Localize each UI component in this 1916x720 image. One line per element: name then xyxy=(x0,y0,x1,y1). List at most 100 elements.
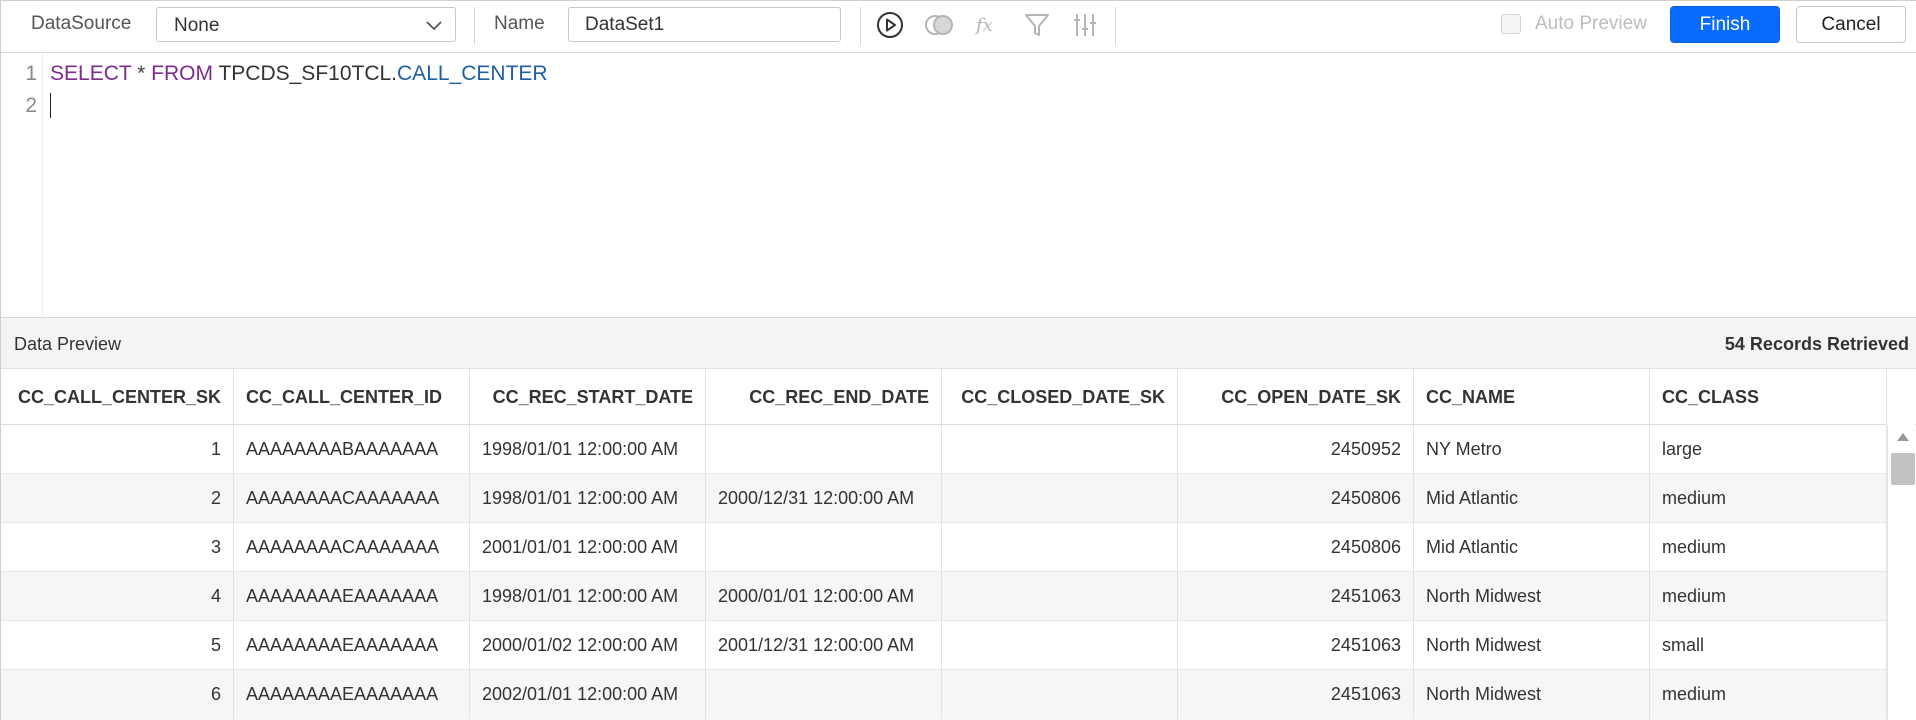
filter-icon[interactable] xyxy=(1023,11,1051,39)
table-cell: 2 xyxy=(1,474,234,523)
query-designer-window: DataSource None Name fx Auto xyxy=(0,0,1916,720)
table-cell: AAAAAAAACAAAAAAA xyxy=(234,474,470,523)
column-header[interactable]: CC_REC_START_DATE xyxy=(470,369,706,425)
table-cell xyxy=(942,670,1178,719)
table-cell: 2450806 xyxy=(1178,474,1414,523)
name-label: Name xyxy=(494,13,545,34)
table-cell: 2000/12/31 12:00:00 AM xyxy=(706,474,942,523)
table-cell: medium xyxy=(1650,670,1887,719)
expression-icon[interactable]: fx xyxy=(974,11,1002,39)
finish-button[interactable]: Finish xyxy=(1670,6,1780,43)
sql-operator: * xyxy=(131,62,152,85)
table-cell: small xyxy=(1650,621,1887,670)
table-cell: 4 xyxy=(1,572,234,621)
sql-table: CALL_CENTER xyxy=(397,62,548,85)
header-scroll-gap xyxy=(1887,369,1915,425)
auto-preview-checkbox[interactable] xyxy=(1501,14,1521,34)
table-cell: 5 xyxy=(1,621,234,670)
table-cell xyxy=(706,670,942,719)
table-cell: Mid Atlantic xyxy=(1414,474,1650,523)
table-cell xyxy=(942,474,1178,523)
sql-keyword: FROM xyxy=(151,62,213,85)
table-cell: 2002/01/01 12:00:00 AM xyxy=(470,670,706,719)
datasource-label: DataSource xyxy=(31,13,132,34)
table-cell: 2450952 xyxy=(1178,425,1414,474)
table-row[interactable]: 4 AAAAAAAAEAAAAAAA 1998/01/01 12:00:00 A… xyxy=(1,572,1887,621)
table-cell: 2450806 xyxy=(1178,523,1414,572)
column-header[interactable]: CC_NAME xyxy=(1414,369,1650,425)
auto-preview-label: Auto Preview xyxy=(1535,13,1647,34)
sql-keyword: SELECT xyxy=(50,62,132,85)
table-cell: 1998/01/01 12:00:00 AM xyxy=(470,425,706,474)
datasource-select[interactable]: None xyxy=(156,7,456,42)
join-icon[interactable] xyxy=(923,11,955,39)
run-query-icon[interactable] xyxy=(876,11,904,39)
scrollbar-thumb[interactable] xyxy=(1891,453,1915,485)
table-row[interactable]: 6 AAAAAAAAEAAAAAAA 2002/01/01 12:00:00 A… xyxy=(1,670,1887,720)
table-row[interactable]: 2 AAAAAAAACAAAAAAA 1998/01/01 12:00:00 A… xyxy=(1,474,1887,523)
toolbar: DataSource None Name fx Auto xyxy=(1,1,1916,53)
records-retrieved-count: 54 Records Retrieved xyxy=(1724,334,1909,354)
table-cell: 2001/12/31 12:00:00 AM xyxy=(706,621,942,670)
table-cell: medium xyxy=(1650,572,1887,621)
cancel-button[interactable]: Cancel xyxy=(1796,6,1906,43)
scroll-up-arrow-icon[interactable] xyxy=(1897,433,1909,441)
table-cell: AAAAAAAAEAAAAAAA xyxy=(234,572,470,621)
table-cell: 1998/01/01 12:00:00 AM xyxy=(470,474,706,523)
table-cell: medium xyxy=(1650,523,1887,572)
table-row[interactable]: 1 AAAAAAAABAAAAAAA 1998/01/01 12:00:00 A… xyxy=(1,425,1887,474)
sql-editor[interactable]: 1 2 SELECT * FROM TPCDS_SF10TCL.CALL_CEN… xyxy=(1,53,1916,317)
line-number: 1 xyxy=(25,62,37,85)
table-cell xyxy=(942,523,1178,572)
line-number: 2 xyxy=(25,94,37,117)
vertical-scrollbar[interactable] xyxy=(1887,425,1915,720)
column-header[interactable]: CC_CALL_CENTER_ID xyxy=(234,369,470,425)
column-header[interactable]: CC_REC_END_DATE xyxy=(706,369,942,425)
parameters-icon[interactable] xyxy=(1071,11,1099,39)
table-cell xyxy=(942,621,1178,670)
table-cell: AAAAAAAAEAAAAAAA xyxy=(234,621,470,670)
table-cell: large xyxy=(1650,425,1887,474)
table-cell: 2001/01/01 12:00:00 AM xyxy=(470,523,706,572)
data-preview-header: Data Preview 54 Records Retrieved xyxy=(1,317,1916,369)
table-cell xyxy=(706,425,942,474)
datasource-value: None xyxy=(174,15,220,36)
toolbar-divider xyxy=(860,7,861,45)
sql-schema: TPCDS_SF10TCL. xyxy=(213,62,398,85)
column-header[interactable]: CC_CALL_CENTER_SK xyxy=(1,369,234,425)
code-line-1[interactable]: SELECT * FROM TPCDS_SF10TCL.CALL_CENTER xyxy=(50,62,548,86)
table-cell: NY Metro xyxy=(1414,425,1650,474)
chevron-down-icon xyxy=(426,21,442,31)
table-cell: North Midwest xyxy=(1414,621,1650,670)
table-cell: AAAAAAAAEAAAAAAA xyxy=(234,670,470,719)
table-row[interactable]: 3 AAAAAAAACAAAAAAA 2001/01/01 12:00:00 A… xyxy=(1,523,1887,572)
table-cell: 2000/01/01 12:00:00 AM xyxy=(706,572,942,621)
table-cell xyxy=(942,425,1178,474)
data-preview-grid: CC_CALL_CENTER_SK CC_CALL_CENTER_ID CC_R… xyxy=(1,369,1916,720)
table-cell: 1 xyxy=(1,425,234,474)
text-cursor xyxy=(50,93,51,118)
table-cell: 2000/01/02 12:00:00 AM xyxy=(470,621,706,670)
table-cell: North Midwest xyxy=(1414,572,1650,621)
table-cell: AAAAAAAABAAAAAAA xyxy=(234,425,470,474)
table-cell: 6 xyxy=(1,670,234,719)
dataset-name-input[interactable] xyxy=(568,7,841,42)
column-header[interactable]: CC_OPEN_DATE_SK xyxy=(1178,369,1414,425)
table-cell: 1998/01/01 12:00:00 AM xyxy=(470,572,706,621)
table-cell: 2451063 xyxy=(1178,572,1414,621)
table-cell: Mid Atlantic xyxy=(1414,523,1650,572)
table-row[interactable]: 5 AAAAAAAAEAAAAAAA 2000/01/02 12:00:00 A… xyxy=(1,621,1887,670)
table-cell: AAAAAAAACAAAAAAA xyxy=(234,523,470,572)
column-header[interactable]: CC_CLASS xyxy=(1650,369,1887,425)
column-header[interactable]: CC_CLOSED_DATE_SK xyxy=(942,369,1178,425)
toolbar-divider xyxy=(1115,7,1116,45)
table-cell: 2451063 xyxy=(1178,621,1414,670)
grid-header-row: CC_CALL_CENTER_SK CC_CALL_CENTER_ID CC_R… xyxy=(1,369,1916,425)
table-cell: 3 xyxy=(1,523,234,572)
table-cell xyxy=(942,572,1178,621)
svg-text:fx: fx xyxy=(974,15,993,36)
data-preview-title: Data Preview xyxy=(14,334,122,354)
table-cell xyxy=(706,523,942,572)
table-cell: 2451063 xyxy=(1178,670,1414,719)
table-cell: medium xyxy=(1650,474,1887,523)
